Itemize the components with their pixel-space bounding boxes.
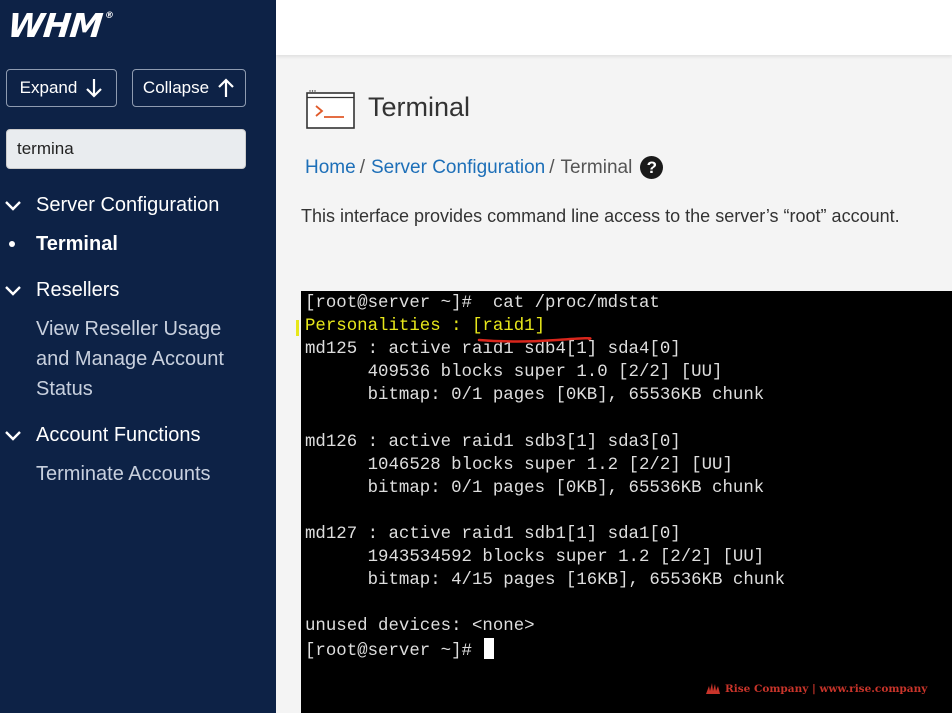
top-bar xyxy=(276,0,952,55)
section-server-configuration[interactable]: Server Configuration xyxy=(0,194,219,217)
collapse-label: Collapse xyxy=(142,78,210,97)
terminal-prompt: [root@server ~]# xyxy=(305,642,483,662)
collapse-button[interactable]: Collapse xyxy=(132,69,246,107)
watermark-text: Rise Company | www.rise.company xyxy=(725,682,928,695)
chevron-down-icon xyxy=(5,430,21,441)
sidebar-item-terminal[interactable]: Terminal xyxy=(36,229,118,259)
section-label: Server Configuration xyxy=(36,194,220,216)
arrow-down-icon xyxy=(86,79,103,98)
watermark: Rise Company | www.rise.company xyxy=(705,682,927,695)
section-label: Resellers xyxy=(36,279,120,301)
terminal-cursor xyxy=(484,638,495,660)
terminal-line: 1943534592 blocks super 1.2 [2/2] [UU] xyxy=(305,548,765,568)
help-icon[interactable]: ? xyxy=(640,156,664,179)
sidebar: WHM® Expand Collapse Server Configuratio… xyxy=(0,0,276,713)
breadcrumb-home[interactable]: Home xyxy=(305,157,356,179)
sidebar-item-terminate-accounts[interactable]: Terminate Accounts xyxy=(36,459,211,489)
whm-logo[interactable]: WHM® xyxy=(6,6,114,45)
breadcrumb-separator: / xyxy=(549,156,555,178)
registered-mark: ® xyxy=(104,11,114,21)
terminal-line: unused devices: <none> xyxy=(305,617,535,637)
section-account-functions[interactable]: Account Functions xyxy=(0,424,201,447)
breadcrumb-current: Terminal xyxy=(560,156,633,178)
terminal-icon xyxy=(306,90,355,129)
expand-button[interactable]: Expand xyxy=(6,69,117,107)
arrow-up-icon xyxy=(218,78,234,97)
terminal-line: 1046528 blocks super 1.2 [2/2] [UU] xyxy=(305,455,733,475)
breadcrumb-separator: / xyxy=(359,156,365,178)
logo-text: WHM xyxy=(5,6,104,45)
terminal-window[interactable]: [root@server ~]# cat /proc/mdstat Person… xyxy=(301,291,952,713)
expand-label: Expand xyxy=(19,78,78,97)
terminal-line: md127 : active raid1 sdb1[1] sda1[0] xyxy=(305,524,681,544)
highlight-marker xyxy=(296,320,299,336)
sidebar-item-view-reseller-usage[interactable]: View Reseller Usage and Manage Account S… xyxy=(36,314,224,404)
breadcrumb: Home / Server Configuration / Terminal ? xyxy=(305,156,664,179)
chevron-down-icon xyxy=(5,285,21,296)
item-line: View Reseller Usage xyxy=(36,318,222,340)
hand-logo-icon xyxy=(706,683,720,694)
section-resellers[interactable]: Resellers xyxy=(0,279,119,302)
breadcrumb-server-configuration[interactable]: Server Configuration xyxy=(371,157,545,179)
item-line: Status xyxy=(36,378,93,400)
terminal-line: bitmap: 0/1 pages [0KB], 65536KB chunk xyxy=(305,386,765,406)
terminal-line: md126 : active raid1 sdb3[1] sda3[0] xyxy=(305,432,681,452)
terminal-line-highlighted: Personalities : [raid1] xyxy=(305,317,546,337)
page-title: Terminal xyxy=(368,92,471,122)
item-line: and Manage Account xyxy=(36,348,224,370)
terminal-output: [root@server ~]# cat /proc/mdstat Person… xyxy=(305,292,785,664)
active-bullet xyxy=(9,241,15,247)
chevron-down-icon xyxy=(5,200,21,211)
section-label: Account Functions xyxy=(36,424,201,446)
page-description: This interface provides command line acc… xyxy=(301,206,900,226)
terminal-line: [root@server ~]# cat /proc/mdstat xyxy=(305,294,660,313)
terminal-line: 409536 blocks super 1.0 [2/2] [UU] xyxy=(305,363,723,383)
terminal-line: bitmap: 4/15 pages [16KB], 65536KB chunk xyxy=(305,571,786,591)
terminal-line: bitmap: 0/1 pages [0KB], 65536KB chunk xyxy=(305,478,765,498)
red-underline-annotation xyxy=(477,336,592,343)
sidebar-search-input[interactable] xyxy=(6,129,246,169)
